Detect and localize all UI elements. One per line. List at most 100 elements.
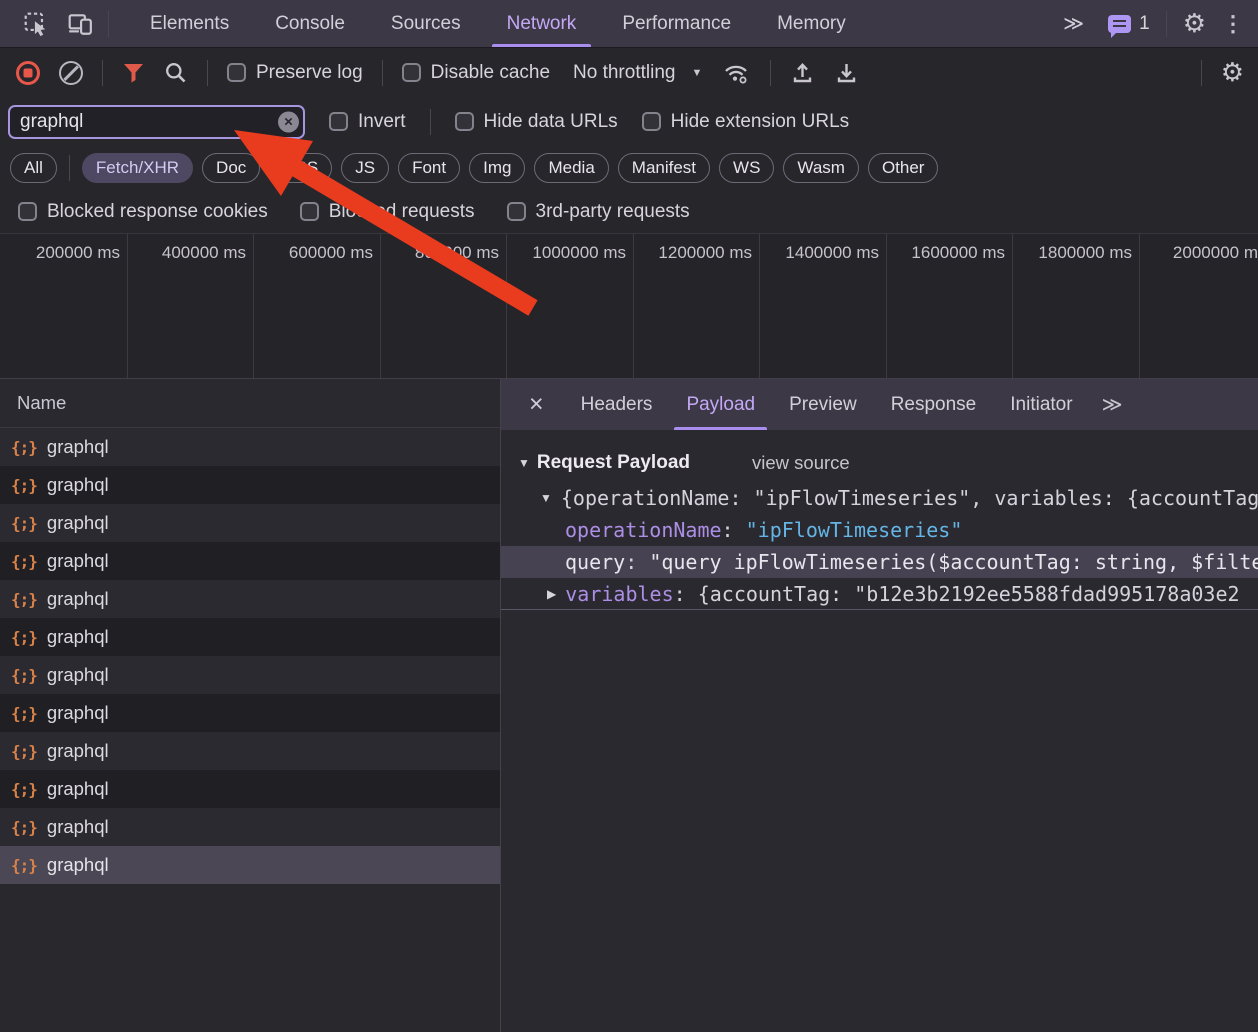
- detail-tab-response[interactable]: Response: [874, 379, 994, 430]
- filter-chip-all[interactable]: All: [10, 153, 57, 183]
- request-row[interactable]: {;}graphql: [0, 808, 500, 846]
- tab-network[interactable]: Network: [484, 0, 600, 47]
- filter-funnel-icon[interactable]: [122, 61, 145, 84]
- filter-chip-fetch-xhr[interactable]: Fetch/XHR: [82, 153, 193, 183]
- request-row[interactable]: {;}graphql: [0, 504, 500, 542]
- throttling-dropdown[interactable]: No throttling ▼: [573, 62, 702, 84]
- clear-network-log-button[interactable]: [59, 61, 83, 85]
- disable-cache-checkbox-group[interactable]: Disable cache: [402, 62, 550, 84]
- request-name: graphql: [47, 664, 109, 686]
- payload-operation-name-row[interactable]: operationName: "ipFlowTimeseries": [501, 514, 1258, 546]
- detail-tab-initiator[interactable]: Initiator: [993, 379, 1089, 430]
- collapse-caret-icon[interactable]: ▼: [540, 491, 552, 505]
- tab-memory[interactable]: Memory: [754, 0, 869, 47]
- request-row[interactable]: {;}graphql: [0, 694, 500, 732]
- blocked-response-cookies-checkbox[interactable]: [18, 202, 37, 221]
- export-har-icon[interactable]: [834, 60, 859, 86]
- expand-caret-icon[interactable]: ▶: [547, 587, 556, 601]
- 3rd-party-requests-checkbox-group[interactable]: 3rd-party requests: [507, 201, 690, 223]
- request-name: graphql: [47, 740, 109, 762]
- timeline-gridline: [1012, 234, 1013, 378]
- blocked-requests-checkbox[interactable]: [300, 202, 319, 221]
- filter-chip-img[interactable]: Img: [469, 153, 525, 183]
- request-row[interactable]: {;}graphql: [0, 428, 500, 466]
- invert-checkbox-group[interactable]: Invert: [329, 111, 406, 133]
- tab-elements[interactable]: Elements: [127, 0, 252, 47]
- detail-tab-headers[interactable]: Headers: [564, 379, 670, 430]
- filter-chip-media[interactable]: Media: [534, 153, 608, 183]
- filter-chip-wasm[interactable]: Wasm: [783, 153, 859, 183]
- name-column-header[interactable]: Name: [0, 379, 500, 428]
- request-row[interactable]: {;}graphql: [0, 732, 500, 770]
- more-tabs-icon[interactable]: ≫: [1055, 11, 1092, 36]
- filter-input[interactable]: [8, 105, 305, 139]
- preserve-log-checkbox[interactable]: [227, 63, 246, 82]
- request-row[interactable]: {;} graphql: [0, 846, 500, 884]
- record-network-log-button[interactable]: [16, 61, 40, 85]
- more-detail-tabs-icon[interactable]: ≫: [1090, 379, 1135, 430]
- filter-chip-css[interactable]: CSS: [269, 153, 332, 183]
- filter-chip-font[interactable]: Font: [398, 153, 460, 183]
- hide-data-urls-checkbox-group[interactable]: Hide data URLs: [455, 111, 618, 133]
- hide-extension-urls-checkbox[interactable]: [642, 112, 661, 131]
- 3rd-party-requests-checkbox[interactable]: [507, 202, 526, 221]
- request-payload-section-header[interactable]: ▼ Request Payload view source: [501, 444, 1258, 482]
- preserve-log-checkbox-group[interactable]: Preserve log: [227, 62, 363, 84]
- disable-cache-checkbox[interactable]: [402, 63, 421, 82]
- json-braces-icon: {;}: [11, 552, 37, 571]
- request-row[interactable]: {;}graphql: [0, 580, 500, 618]
- payload-query-row-selected[interactable]: query: "query ipFlowTimeseries($accountT…: [501, 546, 1258, 578]
- tab-console[interactable]: Console: [252, 0, 368, 47]
- import-har-icon[interactable]: [790, 60, 815, 86]
- request-row[interactable]: {;}graphql: [0, 466, 500, 504]
- json-key: query: [565, 550, 625, 574]
- request-row[interactable]: {;}graphql: [0, 656, 500, 694]
- detail-tab-payload[interactable]: Payload: [669, 379, 772, 430]
- divider: [382, 60, 383, 86]
- inspect-element-icon[interactable]: [14, 0, 58, 47]
- request-name: graphql: [47, 702, 109, 724]
- clear-filter-icon[interactable]: ×: [278, 111, 299, 132]
- blocked-requests-checkbox-group[interactable]: Blocked requests: [300, 201, 475, 223]
- json-braces-icon: {;}: [11, 438, 37, 457]
- issues-counter[interactable]: 1: [1108, 13, 1150, 35]
- network-overview-timeline[interactable]: 200000 ms400000 ms600000 ms800000 ms1000…: [0, 233, 1258, 379]
- view-source-link[interactable]: view source: [752, 452, 850, 474]
- payload-variables-row[interactable]: ▶variables: {accountTag: "b12e3b2192ee55…: [501, 578, 1258, 610]
- request-name: graphql: [47, 854, 109, 876]
- device-toolbar-icon[interactable]: [58, 0, 102, 47]
- blocked-response-cookies-checkbox-group[interactable]: Blocked response cookies: [18, 201, 268, 223]
- kebab-menu-icon[interactable]: ⋮: [1222, 11, 1244, 37]
- divider: [69, 155, 70, 181]
- request-row[interactable]: {;}graphql: [0, 618, 500, 656]
- detail-tab-preview[interactable]: Preview: [772, 379, 874, 430]
- filter-chip-ws[interactable]: WS: [719, 153, 774, 183]
- request-row[interactable]: {;}graphql: [0, 770, 500, 808]
- hide-data-urls-checkbox[interactable]: [455, 112, 474, 131]
- tab-sources[interactable]: Sources: [368, 0, 484, 47]
- settings-gear-icon[interactable]: ⚙: [1183, 8, 1206, 39]
- collapse-caret-icon[interactable]: ▼: [518, 456, 530, 470]
- invert-checkbox[interactable]: [329, 112, 348, 131]
- timeline-tick-label: 1600000 ms: [911, 243, 1005, 263]
- json-braces-icon: {;}: [11, 590, 37, 609]
- filter-chip-manifest[interactable]: Manifest: [618, 153, 710, 183]
- network-main-split: Name {;} graphql {;} graphql {;} graphql {;} gr…: [0, 379, 1258, 1032]
- filter-chip-js[interactable]: JS: [341, 153, 389, 183]
- json-braces-icon: {;}: [11, 856, 37, 875]
- network-settings-gear-icon[interactable]: ⚙: [1221, 57, 1244, 88]
- network-conditions-icon[interactable]: [721, 60, 751, 86]
- filter-chip-other[interactable]: Other: [868, 153, 939, 183]
- checkbox-label: Hide extension URLs: [671, 111, 849, 133]
- filter-chip-doc[interactable]: Doc: [202, 153, 260, 183]
- close-icon[interactable]: ×: [519, 379, 554, 430]
- chevron-down-icon: ▼: [691, 67, 702, 79]
- tab-performance[interactable]: Performance: [599, 0, 754, 47]
- json-string-value: "ipFlowTimeseries": [746, 518, 963, 542]
- search-icon[interactable]: [164, 61, 188, 85]
- payload-tree-root-row[interactable]: ▼{operationName: "ipFlowTimeseries", var…: [501, 482, 1258, 514]
- timeline-gridline: [506, 234, 507, 378]
- request-row[interactable]: {;}graphql: [0, 542, 500, 580]
- hide-extension-urls-checkbox-group[interactable]: Hide extension URLs: [642, 111, 849, 133]
- request-name: graphql: [47, 512, 109, 534]
